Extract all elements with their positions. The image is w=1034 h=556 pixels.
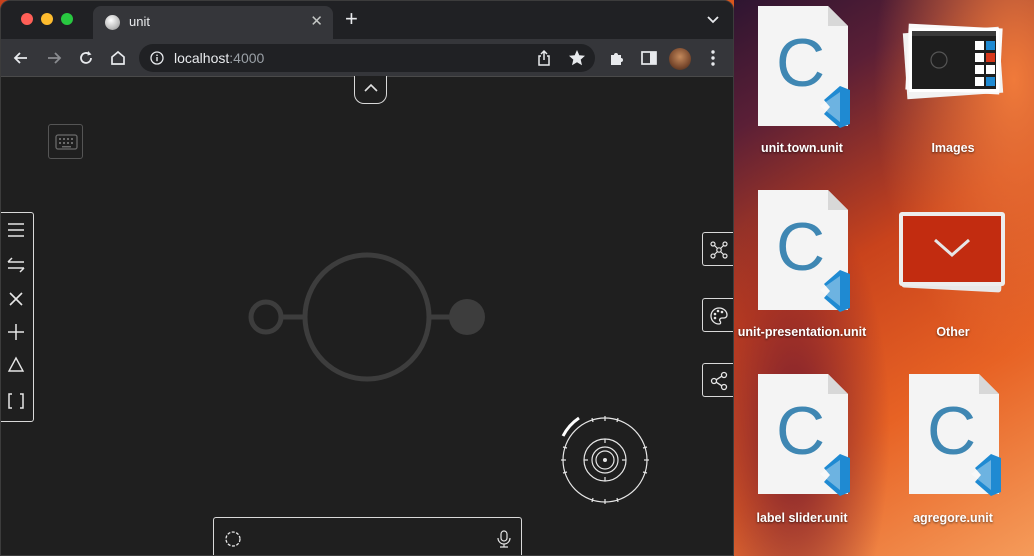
desktop-file-label-slider[interactable]: C label slider.unit	[732, 372, 872, 532]
extensions-puzzle-icon[interactable]	[607, 48, 627, 68]
desktop-label: label slider.unit	[756, 511, 848, 525]
graph-button[interactable]	[702, 232, 733, 266]
desktop-folder-other[interactable]: Other	[883, 188, 1023, 348]
tab-search-chevron-icon[interactable]	[705, 11, 721, 27]
menu-icon[interactable]	[5, 219, 27, 241]
brackets-icon[interactable]	[5, 390, 27, 412]
minimize-window-button[interactable]	[41, 13, 53, 25]
home-icon[interactable]	[108, 48, 128, 68]
input-pin[interactable]	[248, 299, 284, 335]
svg-text:C: C	[927, 393, 976, 469]
tab-strip: unit ✕ +	[1, 1, 733, 39]
back-arrow-icon[interactable]	[11, 48, 31, 68]
desktop-file-unit-town[interactable]: C unit.town.unit	[732, 4, 872, 164]
desktop-file-agregore[interactable]: C agregore.unit	[883, 372, 1023, 532]
microphone-icon[interactable]	[495, 529, 513, 549]
maximize-window-button[interactable]	[61, 13, 73, 25]
desktop-file-unit-presentation[interactable]: C unit-presentation.unit	[732, 188, 872, 348]
vscode-c-file-icon: C	[758, 190, 850, 312]
forward-arrow-icon[interactable]	[44, 48, 64, 68]
browser-toolbar: localhost:4000	[1, 39, 733, 77]
folder-stack-icon	[899, 212, 1005, 293]
desktop-label: Images	[931, 141, 975, 155]
new-tab-button[interactable]: +	[345, 8, 358, 30]
url-text: localhost:4000	[174, 50, 264, 66]
vscode-c-file-icon: C	[758, 374, 850, 496]
unit-favicon-icon	[105, 15, 120, 30]
output-pin[interactable]	[449, 299, 485, 335]
share-button[interactable]	[702, 363, 733, 397]
desktop-label: Other	[936, 325, 970, 339]
triangle-icon[interactable]	[5, 354, 27, 376]
address-bar[interactable]: localhost:4000	[139, 44, 595, 72]
tab-close-icon[interactable]: ✕	[310, 12, 323, 30]
more-menu-icon[interactable]	[703, 48, 723, 68]
vscode-c-file-icon: C	[909, 374, 1001, 496]
url-host: localhost	[174, 50, 230, 66]
vscode-c-file-icon: C	[758, 6, 850, 128]
site-info-icon[interactable]	[150, 51, 164, 65]
image-stack-icon	[902, 23, 1004, 100]
tab-unit[interactable]: unit ✕	[93, 6, 333, 39]
svg-text:C: C	[776, 393, 825, 469]
swap-icon[interactable]	[5, 254, 27, 276]
profile-avatar[interactable]	[669, 48, 691, 70]
add-icon[interactable]	[5, 321, 27, 343]
graph-icon	[710, 241, 728, 259]
radial-control-widget[interactable]	[561, 416, 649, 504]
share-page-icon[interactable]	[535, 49, 553, 67]
browser-window: unit ✕ + localhost:4000	[0, 0, 734, 556]
desktop-label: unit.town.unit	[761, 141, 843, 155]
palette-button[interactable]	[702, 298, 733, 332]
desktop-label: agregore.unit	[913, 511, 993, 525]
tab-title: unit	[129, 14, 150, 29]
unit-app-canvas[interactable]	[1, 76, 733, 555]
command-search-bar[interactable]	[213, 517, 522, 555]
side-panel-icon[interactable]	[639, 48, 659, 68]
dashed-circle-icon[interactable]	[224, 530, 242, 548]
left-tool-panel	[1, 212, 34, 422]
reload-icon[interactable]	[76, 48, 96, 68]
svg-text:C: C	[776, 25, 825, 101]
close-window-button[interactable]	[21, 13, 33, 25]
close-icon[interactable]	[5, 288, 27, 310]
palette-icon	[710, 307, 728, 325]
unit-graph	[248, 252, 649, 504]
share-icon	[710, 371, 728, 391]
bookmark-star-icon[interactable]	[567, 48, 587, 68]
svg-text:C: C	[776, 209, 825, 285]
desktop-folder-images[interactable]: Images	[883, 4, 1023, 164]
url-port: :4000	[229, 50, 265, 66]
unit-core-node[interactable]	[302, 252, 432, 382]
desktop-label: unit-presentation.unit	[737, 325, 867, 339]
